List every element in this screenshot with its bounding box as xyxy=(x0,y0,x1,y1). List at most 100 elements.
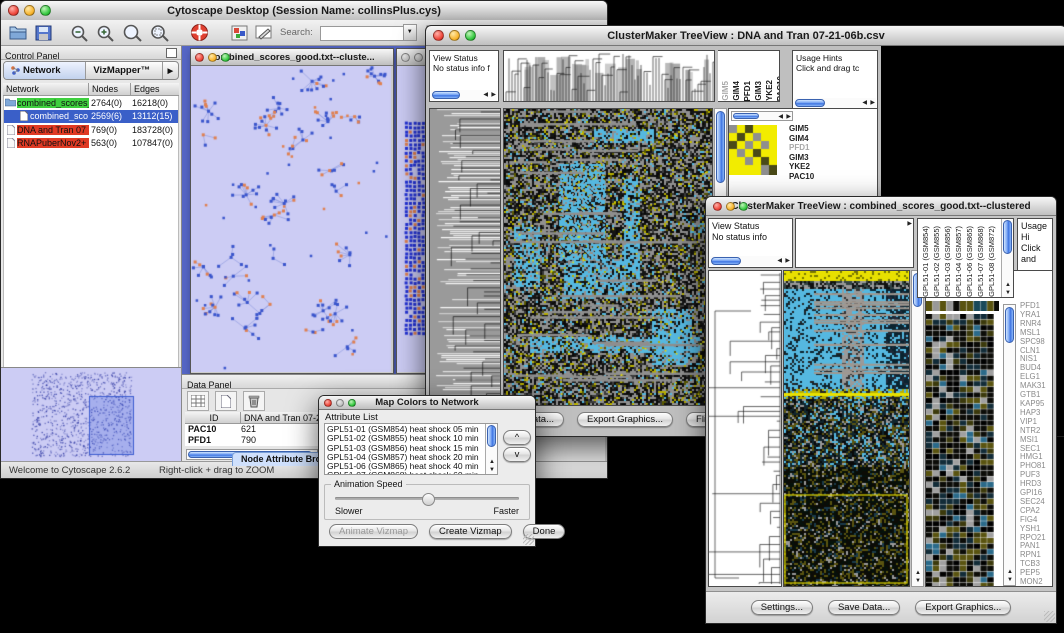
tv1-heatmap[interactable] xyxy=(503,108,713,406)
tab-vizmapper[interactable]: VizMapper™ xyxy=(86,62,162,79)
minimize-button[interactable] xyxy=(336,399,344,407)
move-down-button[interactable]: v xyxy=(503,447,531,462)
usage-hints-title: Usage Hints xyxy=(796,53,877,63)
tv2-heatmap-vscrollbar[interactable]: ▲ ▼ xyxy=(911,270,924,587)
select-attributes-icon[interactable] xyxy=(187,391,209,411)
tv2-row-dendrogram[interactable] xyxy=(708,270,782,587)
tv1-row-dendrogram[interactable] xyxy=(429,108,501,406)
control-panel-tabs: Network VizMapper™ ▶ xyxy=(3,61,179,80)
network-row-dna-tran[interactable]: DNA and Tran 07 769(0) 183728(0) xyxy=(4,123,178,137)
move-up-button[interactable]: ^ xyxy=(503,430,531,445)
col-header-nodes[interactable]: Nodes xyxy=(89,83,131,96)
minimize-button[interactable] xyxy=(24,5,35,16)
minimize-button[interactable] xyxy=(414,53,423,62)
tv2-gene-label[interactable]: MON2 xyxy=(1020,578,1046,587)
network-row-combined-scores[interactable]: combined_scores_ 2764(0) 16218(0) xyxy=(4,96,178,110)
float-panel-icon[interactable] xyxy=(166,48,177,58)
zoom-window-button[interactable] xyxy=(465,30,476,41)
network-view-canvas[interactable] xyxy=(191,66,391,372)
delete-attribute-icon[interactable] xyxy=(243,391,265,411)
network-view-titlebar[interactable]: combined_scores_good.txt--cluste... xyxy=(191,49,393,66)
minimize-button[interactable] xyxy=(208,53,217,62)
zoom-in-icon[interactable] xyxy=(96,24,115,42)
network-row-selected[interactable]: combined_sco 2569(6) 13112(15) xyxy=(4,110,178,124)
tv2-zoom-heatmap[interactable] xyxy=(926,314,994,586)
tv1-column-dendrogram[interactable] xyxy=(503,50,715,102)
zoom-window-button[interactable] xyxy=(348,399,356,407)
tv2-zoom-vscrollbar[interactable]: ▲ ▼ xyxy=(1003,304,1016,586)
tv1-gene-label[interactable]: GIM3 xyxy=(789,153,814,163)
tv2-save-data-button[interactable]: Save Data... xyxy=(828,600,900,615)
control-panel: Control Panel Network VizMapper™ ▶ xyxy=(1,46,182,462)
attribute-list-vscrollbar[interactable]: ▲ ▼ xyxy=(485,424,497,474)
create-vizmap-button[interactable]: Create Vizmap xyxy=(429,524,512,539)
tab-network[interactable]: Network xyxy=(4,62,86,79)
tv2-settings-button[interactable]: Settings... xyxy=(751,600,813,615)
close-button[interactable] xyxy=(8,5,19,16)
network-overview-canvas[interactable] xyxy=(1,368,180,461)
animation-speed-slider[interactable] xyxy=(335,497,519,500)
file-icon xyxy=(4,125,17,135)
minimize-button[interactable] xyxy=(726,202,735,211)
tv1-export-graphics-button[interactable]: Export Graphics... xyxy=(577,412,673,427)
open-session-icon[interactable] xyxy=(9,25,28,41)
animate-vizmap-button[interactable]: Animate Vizmap xyxy=(329,524,418,539)
treeview2-titlebar[interactable]: ClusterMaker TreeView : combined_scores_… xyxy=(706,197,1056,216)
tv1-detail-hscrollbar[interactable]: ◀ ▶ xyxy=(731,111,793,121)
close-button[interactable] xyxy=(713,202,722,211)
tv2-heatmap[interactable] xyxy=(783,270,910,587)
tv2-column-label: GPL51-07 (GSM868) xyxy=(976,226,985,297)
search-input[interactable] xyxy=(320,26,404,41)
tv2-export-graphics-button[interactable]: Export Graphics... xyxy=(915,600,1011,615)
tv2-column-label: GPL51-01 (GSM854) xyxy=(921,226,930,297)
tv2-labels-vscrollbar[interactable]: ▲ ▼ xyxy=(1001,219,1013,297)
close-button[interactable] xyxy=(401,53,410,62)
close-button[interactable] xyxy=(433,30,444,41)
tabs-more-button[interactable]: ▶ xyxy=(163,62,178,79)
resize-grip[interactable] xyxy=(1044,611,1055,622)
zoom-out-icon[interactable] xyxy=(70,24,89,42)
save-session-icon[interactable] xyxy=(35,25,52,41)
tv1-gene-label[interactable]: YKE2 xyxy=(789,162,814,172)
tv1-usage-hscrollbar[interactable]: ◀ ▶ xyxy=(794,98,876,108)
status-zoom-hint: Right-click + drag to ZOOM xyxy=(159,465,319,476)
col-header-edges[interactable]: Edges xyxy=(131,83,179,96)
tv2-status-hscrollbar[interactable]: ◀ ▶ xyxy=(710,256,791,266)
close-button[interactable] xyxy=(195,53,204,62)
treeview1-titlebar[interactable]: ClusterMaker TreeView : DNA and Tran 07-… xyxy=(426,26,1064,46)
main-titlebar[interactable]: Cytoscape Desktop (Session Name: collins… xyxy=(1,1,607,21)
tv1-status-hscrollbar[interactable]: ◀ ▶ xyxy=(431,90,497,100)
new-attribute-icon[interactable] xyxy=(215,391,237,411)
vizmapper-icon[interactable] xyxy=(231,25,248,41)
tv1-gene-label[interactable]: GIM4 xyxy=(789,134,814,144)
tv1-gene-label[interactable]: PAC10 xyxy=(789,172,814,182)
tv1-usage-hints: Usage Hints Click and drag tc ◀ ▶ xyxy=(792,50,878,110)
annotation-icon[interactable] xyxy=(255,25,273,41)
zoom-window-button[interactable] xyxy=(221,53,230,62)
tv2-column-dendrogram[interactable]: ▶ xyxy=(795,218,914,268)
help-lifering-icon[interactable] xyxy=(190,23,209,42)
treeview2-title: ClusterMaker TreeView : combined_scores_… xyxy=(706,201,1056,212)
zoom-window-button[interactable] xyxy=(40,5,51,16)
zoom-fit-icon[interactable] xyxy=(122,24,143,42)
map-colors-dialog: Map Colors to Network Attribute List GPL… xyxy=(318,395,536,547)
slider-thumb[interactable] xyxy=(422,493,435,506)
minimize-button[interactable] xyxy=(449,30,460,41)
dialog-titlebar[interactable]: Map Colors to Network xyxy=(319,396,535,410)
network-row-rnapuber[interactable]: RNAPuberNov2+ 563(0) 107847(0) xyxy=(4,137,178,151)
col-header-network[interactable]: Network xyxy=(3,83,89,96)
usage-hints-text: Click and drag tc xyxy=(796,63,877,73)
zoom-window-button[interactable] xyxy=(739,202,748,211)
resize-grip[interactable] xyxy=(523,534,534,545)
attr-col-id[interactable]: ID xyxy=(185,412,241,424)
network-overview[interactable] xyxy=(1,367,181,462)
tv1-gene-label[interactable]: PFD1 xyxy=(789,143,814,153)
tv1-gene-label[interactable]: GIM5 xyxy=(789,124,814,134)
close-button[interactable] xyxy=(324,399,332,407)
attribute-list-item[interactable]: GPL51-07 (GSM868) heat shock 60 min xyxy=(327,471,495,475)
slider-slower-label: Slower xyxy=(335,506,363,516)
zoom-selected-icon[interactable] xyxy=(150,24,170,42)
search-dropdown-icon[interactable]: ▼ xyxy=(403,24,417,41)
tv2-gene-list: PFD1YRA1RNR4MSL1SPC98CLN1NIS1BUD4ELG1MAK… xyxy=(1020,302,1046,587)
tv2-selected-row-strip xyxy=(926,301,999,311)
